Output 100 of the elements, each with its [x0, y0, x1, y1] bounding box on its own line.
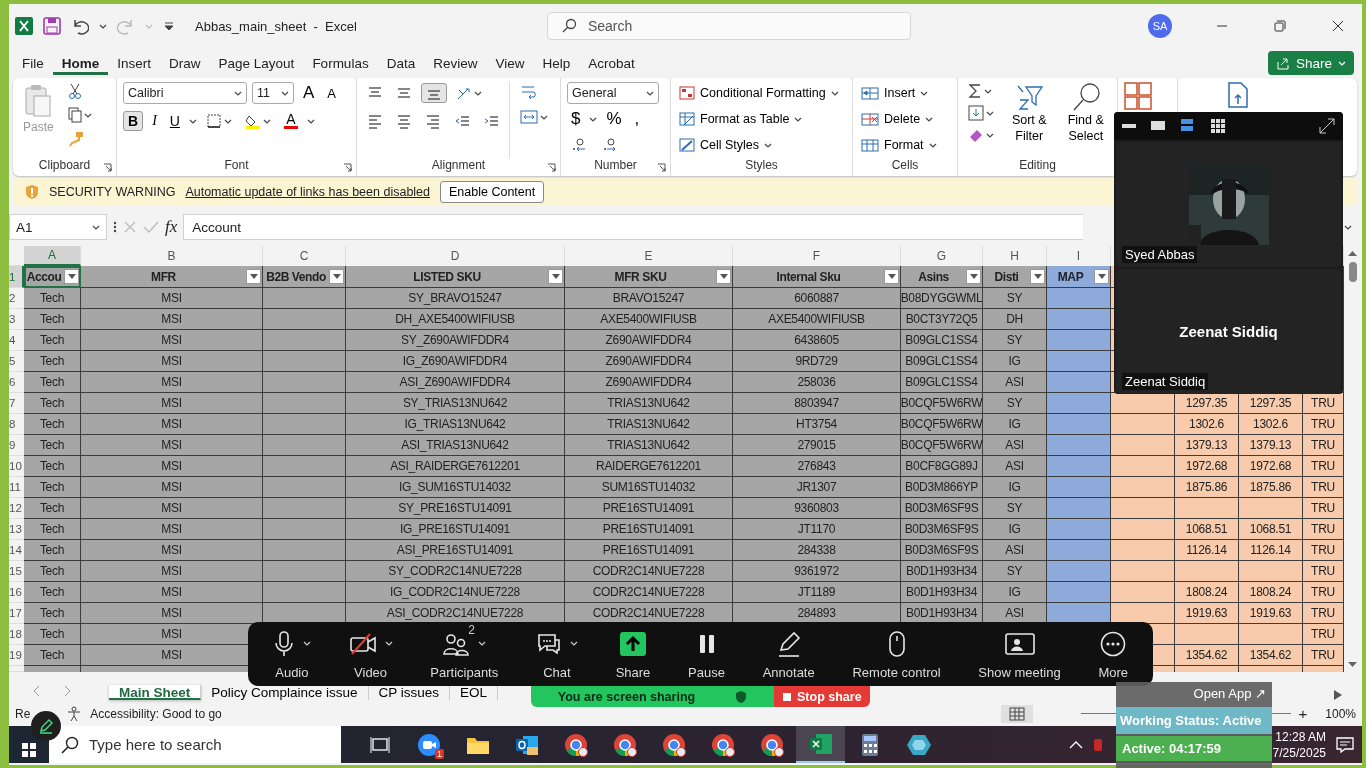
row-number[interactable]: 1: [9, 266, 24, 288]
table-cell: IG_CODR2C14NUE7228: [346, 582, 565, 603]
user-avatar[interactable]: SA: [1148, 14, 1172, 38]
table-cell: 1379.13: [1239, 435, 1303, 456]
column-header[interactable]: I: [1047, 246, 1111, 266]
styles-menu-button[interactable]: Conditional Formatting: [677, 82, 846, 104]
row-number[interactable]: 19: [9, 645, 24, 666]
row-number[interactable]: 11: [9, 477, 24, 498]
row-number[interactable]: 13: [9, 519, 24, 540]
menu-tab[interactable]: Data: [377, 51, 425, 75]
header-cell[interactable]: Disti: [983, 266, 1047, 288]
column-header[interactable]: C: [263, 246, 346, 266]
clock-time[interactable]: 12:28 AM: [1275, 728, 1326, 745]
font-style-button[interactable]: I: [148, 112, 161, 130]
meeting-control[interactable]: Remote control: [852, 628, 941, 680]
warning-link[interactable]: Automatic update of links has been disabled: [185, 185, 430, 199]
font-color-button[interactable]: A: [279, 112, 302, 130]
menu-tab[interactable]: View: [486, 51, 534, 75]
row-number[interactable]: 3: [9, 309, 24, 330]
accessibility-status[interactable]: Accessibility: Good to go: [90, 706, 222, 721]
number-format-field[interactable]: General: [567, 82, 659, 104]
cells-menu-button[interactable]: Delete: [859, 108, 951, 130]
zoom-level[interactable]: 100%: [1325, 706, 1356, 721]
column-header[interactable]: B: [81, 246, 263, 266]
taskbar-search-field[interactable]: Type here to search: [49, 726, 341, 763]
header-cell[interactable]: Accou: [24, 266, 81, 288]
number-format-button[interactable]: $: [567, 108, 585, 130]
meeting-control[interactable]: Video: [348, 628, 393, 680]
cells-menu-button[interactable]: Insert: [859, 82, 951, 104]
column-header[interactable]: A: [24, 246, 81, 266]
meeting-control[interactable]: More: [1098, 628, 1129, 680]
meeting-control[interactable]: Share: [615, 628, 651, 680]
open-app-link[interactable]: Open App ↗: [1187, 682, 1272, 705]
menu-tab[interactable]: Help: [533, 51, 580, 75]
zoom-in-button[interactable]: +: [1298, 705, 1308, 722]
row-number[interactable]: 10: [9, 456, 24, 477]
table-cell: 1297.35: [1239, 393, 1303, 414]
row-number[interactable]: 18: [9, 624, 24, 645]
menu-tab[interactable]: Page Layout: [209, 51, 304, 75]
table-cell: AXE5400WIFIUSB: [733, 309, 901, 330]
meeting-control[interactable]: Audio: [272, 628, 311, 680]
font-style-button[interactable]: U: [165, 112, 184, 130]
clock-date[interactable]: 7/25/2025: [1272, 744, 1326, 761]
stop-share-button[interactable]: Stop share: [774, 686, 870, 707]
header-cell[interactable]: MAP: [1047, 266, 1111, 288]
number-format-button[interactable]: ,: [630, 108, 644, 130]
enable-content-button[interactable]: Enable Content: [440, 181, 545, 203]
editing-button[interactable]: Find & Select: [1060, 82, 1111, 158]
column-header[interactable]: D: [346, 246, 565, 266]
header-cell[interactable]: Internal Sku: [733, 266, 901, 288]
menu-tab[interactable]: Acrobat: [579, 51, 644, 75]
row-number[interactable]: 17: [9, 603, 24, 624]
row-number[interactable]: 12: [9, 498, 24, 519]
name-box[interactable]: A1: [9, 214, 107, 240]
column-header[interactable]: G: [901, 246, 983, 266]
font-size-field[interactable]: 11: [252, 82, 294, 104]
header-cell[interactable]: LISTED SKU: [346, 266, 565, 288]
row-number[interactable]: 15: [9, 561, 24, 582]
font-name-field[interactable]: Calibri: [123, 82, 247, 104]
row-number[interactable]: 8: [9, 414, 24, 435]
font-style-button[interactable]: B: [123, 111, 144, 131]
column-header[interactable]: H: [983, 246, 1047, 266]
search-field[interactable]: Search: [546, 12, 911, 40]
meeting-control[interactable]: Chat: [535, 628, 578, 680]
menu-tab[interactable]: Home: [52, 51, 109, 75]
menu-tab[interactable]: Review: [424, 51, 487, 75]
row-number[interactable]: 9: [9, 435, 24, 456]
row-number[interactable]: 2: [9, 288, 24, 309]
column-header[interactable]: E: [565, 246, 733, 266]
sheet-tab[interactable]: Main Sheet: [109, 685, 202, 700]
row-number[interactable]: 16: [9, 582, 24, 603]
row-number[interactable]: 6: [9, 372, 24, 393]
cells-menu-button[interactable]: Format: [859, 134, 951, 156]
number-format-button[interactable]: %: [602, 108, 626, 130]
share-button[interactable]: Share: [1267, 51, 1354, 75]
meeting-control[interactable]: Annotate: [762, 628, 815, 680]
row-number[interactable]: 4: [9, 330, 24, 351]
styles-menu-button[interactable]: Format as Table: [677, 108, 846, 130]
row-number[interactable]: 7: [9, 393, 24, 414]
formula-field[interactable]: Account: [183, 214, 1084, 240]
header-cell[interactable]: B2B Vendo: [263, 266, 346, 288]
menu-tab[interactable]: Insert: [108, 51, 161, 75]
taskbar-app[interactable]: 1: [404, 726, 453, 763]
grow-font-button[interactable]: A: [299, 82, 319, 104]
header-cell[interactable]: MFR: [81, 266, 263, 288]
row-number[interactable]: 5: [9, 351, 24, 372]
styles-menu-button[interactable]: Cell Styles: [677, 134, 846, 156]
menu-tab[interactable]: File: [13, 51, 53, 75]
menu-tab[interactable]: Formulas: [303, 51, 378, 75]
insert-function-button[interactable]: fx: [165, 217, 178, 237]
table-cell: 6438605: [733, 330, 901, 351]
row-number[interactable]: 14: [9, 540, 24, 561]
shrink-font-button[interactable]: A: [323, 84, 340, 102]
meeting-control[interactable]: Show meeting: [978, 628, 1061, 680]
editing-button[interactable]: Sort & Filter: [1004, 82, 1055, 158]
meeting-control[interactable]: Pause: [688, 628, 725, 680]
column-header[interactable]: F: [733, 246, 901, 266]
header-cell[interactable]: Asins: [901, 266, 983, 288]
menu-tab[interactable]: Draw: [160, 51, 210, 75]
header-cell[interactable]: MFR SKU: [565, 266, 733, 288]
